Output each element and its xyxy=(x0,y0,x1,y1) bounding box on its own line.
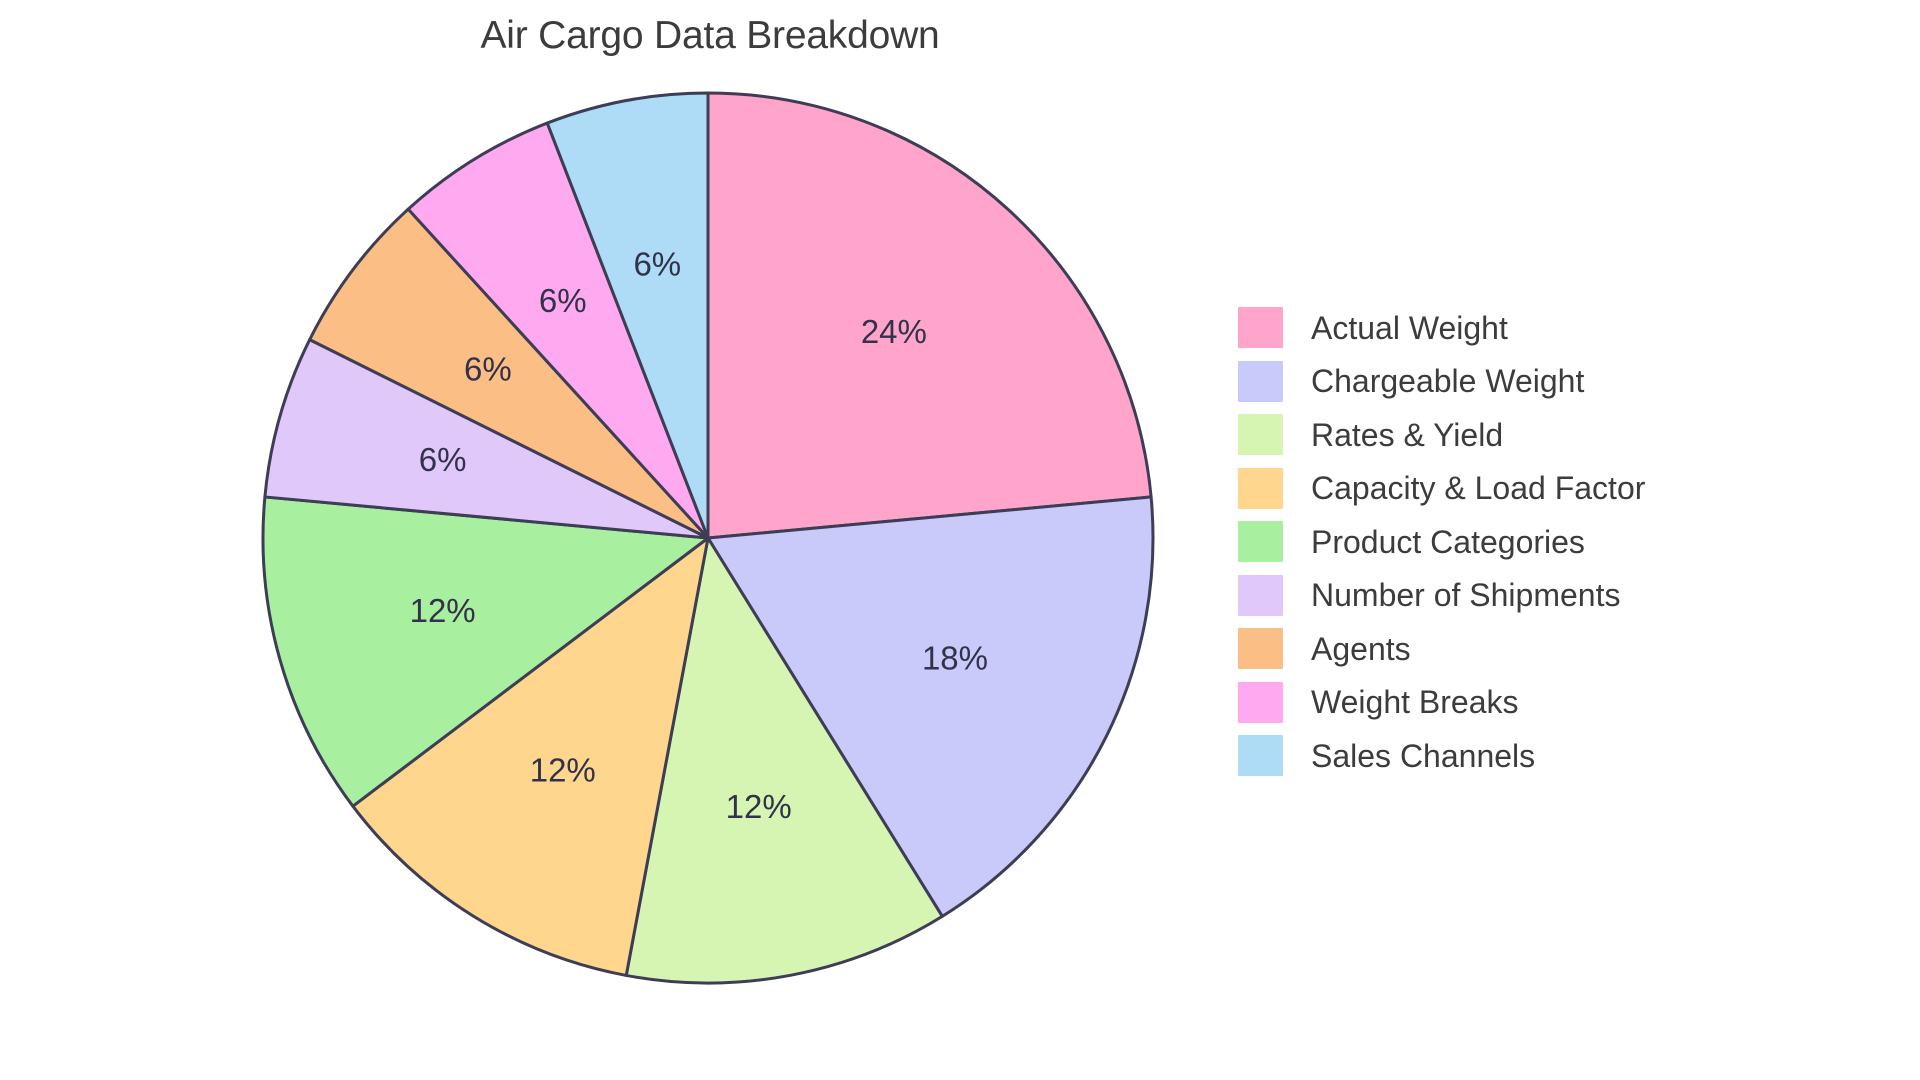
pie-slice-label: 6% xyxy=(464,350,512,387)
legend-swatch-icon xyxy=(1238,735,1283,777)
legend-item-label: Actual Weight xyxy=(1311,309,1508,346)
legend-swatch-icon xyxy=(1238,360,1283,402)
legend-item[interactable]: Chargeable Weight xyxy=(1238,355,1798,409)
legend-item[interactable]: Sales Channels xyxy=(1238,729,1798,783)
legend-swatch-icon xyxy=(1238,681,1283,723)
pie-slice[interactable] xyxy=(706,91,1153,540)
legend-item-label: Number of Shipments xyxy=(1311,577,1621,614)
pie-slice-label: 12% xyxy=(726,788,792,825)
legend-swatch-icon xyxy=(1238,467,1283,509)
legend-item[interactable]: Weight Breaks xyxy=(1238,676,1798,730)
legend-item[interactable]: Actual Weight xyxy=(1238,301,1798,355)
legend-item[interactable]: Number of Shipments xyxy=(1238,569,1798,623)
pie-slice-label: 6% xyxy=(633,246,681,283)
pie-slice-label: 18% xyxy=(922,640,988,677)
pie-svg: 24% 18% 12% 12% 12% 6% 6% 6% 6% xyxy=(261,91,1155,985)
legend-item[interactable]: Rates & Yield xyxy=(1238,408,1798,462)
legend-swatch-icon xyxy=(1238,414,1283,456)
legend-item-label: Weight Breaks xyxy=(1311,684,1519,721)
chart-legend: Actual Weight Chargeable Weight Rates & Yi… xyxy=(1238,301,1798,783)
pie-slice-label: 24% xyxy=(861,313,927,350)
legend-item-label: Chargeable Weight xyxy=(1311,363,1585,400)
pie-slice-label: 12% xyxy=(410,592,476,629)
legend-swatch-icon xyxy=(1238,521,1283,563)
legend-item-label: Agents xyxy=(1311,630,1411,667)
legend-item[interactable]: Capacity & Load Factor xyxy=(1238,462,1798,516)
legend-item-label: Capacity & Load Factor xyxy=(1311,470,1646,507)
legend-item-label: Sales Channels xyxy=(1311,737,1536,774)
pie-slice-label: 6% xyxy=(539,282,587,319)
legend-swatch-icon xyxy=(1238,628,1283,670)
legend-swatch-icon xyxy=(1238,307,1283,349)
legend-item-label: Rates & Yield xyxy=(1311,416,1504,453)
pie-slice-label: 6% xyxy=(419,441,467,478)
pie-plot-area: 24% 18% 12% 12% 12% 6% 6% 6% 6% xyxy=(0,0,1420,1080)
legend-swatch-icon xyxy=(1238,574,1283,616)
legend-item-label: Product Categories xyxy=(1311,523,1585,560)
pie-slice-group xyxy=(261,91,1155,985)
legend-item[interactable]: Product Categories xyxy=(1238,515,1798,569)
legend-item[interactable]: Agents xyxy=(1238,622,1798,676)
pie-chart-figure: Air Cargo Data Breakdown 24% 18% 12% 12% 12%… xyxy=(0,0,1920,1080)
pie-slice-label: 12% xyxy=(530,751,596,788)
